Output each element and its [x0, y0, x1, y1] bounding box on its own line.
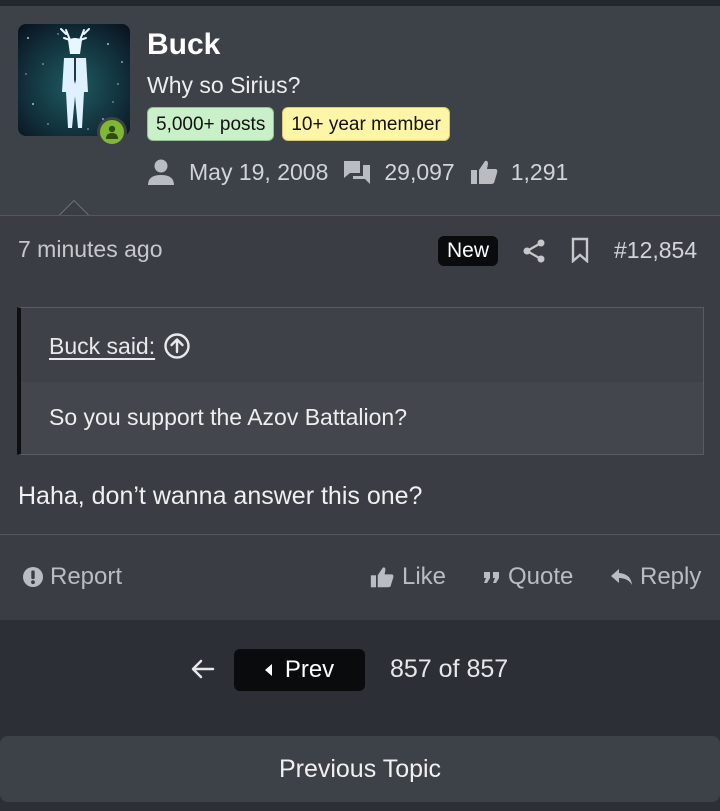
alert-icon: [23, 567, 43, 587]
like-label: Like: [402, 563, 447, 590]
reply-button[interactable]: Reply: [610, 563, 701, 591]
share-icon[interactable]: [522, 238, 546, 269]
online-status-icon: [97, 117, 127, 147]
joined-date: May 19, 2008: [189, 158, 329, 185]
back-arrow-icon[interactable]: [190, 657, 216, 686]
reactions-count: 1,291: [510, 158, 569, 185]
reply-label: Reply: [640, 563, 702, 590]
messages-icon: [344, 161, 371, 184]
quote-icon: [484, 572, 499, 583]
joined-stat: May 19, 2008: [145, 158, 328, 186]
page-count: 857 of 857: [390, 655, 509, 683]
bookmark-icon[interactable]: [570, 237, 590, 268]
quote-button[interactable]: Quote: [482, 563, 573, 591]
report-label: Report: [50, 563, 123, 590]
quote-author[interactable]: Buck said:: [49, 333, 155, 360]
quote-header: Buck said:: [49, 332, 191, 360]
like-button[interactable]: Like: [368, 563, 446, 591]
reactions-stat: 1,291: [469, 158, 569, 186]
username[interactable]: Buck: [147, 28, 220, 62]
user-badges: 5,000+ posts 10+ year member: [147, 107, 450, 141]
user-icon: [148, 159, 174, 185]
post-message: Haha, don’t wanna answer this one?: [18, 482, 423, 510]
quote-label: Quote: [508, 563, 574, 590]
user-title: Why so Sirius?: [147, 72, 301, 98]
post: 7 minutes ago New #12,854 Buck said: So …: [0, 215, 720, 620]
post-actions: Report Like Quote Reply: [0, 534, 720, 620]
messages-stat: 29,097: [342, 158, 455, 186]
quote-text: So you support the Azov Battalion?: [21, 382, 703, 454]
prev-button[interactable]: Prev: [234, 649, 365, 691]
user-card-pointer: [58, 200, 90, 216]
report-button[interactable]: Report: [22, 563, 122, 591]
go-to-quote-icon[interactable]: [163, 332, 191, 360]
quote-block: Buck said: So you support the Azov Batta…: [17, 307, 704, 455]
post-number[interactable]: #12,854: [614, 237, 697, 264]
new-badge: New: [438, 236, 499, 266]
previous-topic-button[interactable]: Previous Topic: [0, 736, 720, 802]
post-time[interactable]: 7 minutes ago: [18, 236, 162, 263]
user-card: Buck Why so Sirius? 5,000+ posts 10+ yea…: [0, 6, 720, 215]
posts-badge: 5,000+ posts: [147, 107, 275, 141]
caret-left-icon: [264, 664, 272, 676]
prev-label: Prev: [284, 656, 335, 683]
thread-pager: Prev 857 of 857: [0, 620, 720, 736]
messages-count: 29,097: [384, 158, 455, 185]
thumbs-up-icon: [470, 160, 498, 184]
user-stats: May 19, 2008 29,097 1,291: [145, 156, 568, 188]
like-icon: [370, 567, 394, 588]
member-badge: 10+ year member: [282, 107, 450, 141]
reply-icon: [611, 569, 632, 585]
